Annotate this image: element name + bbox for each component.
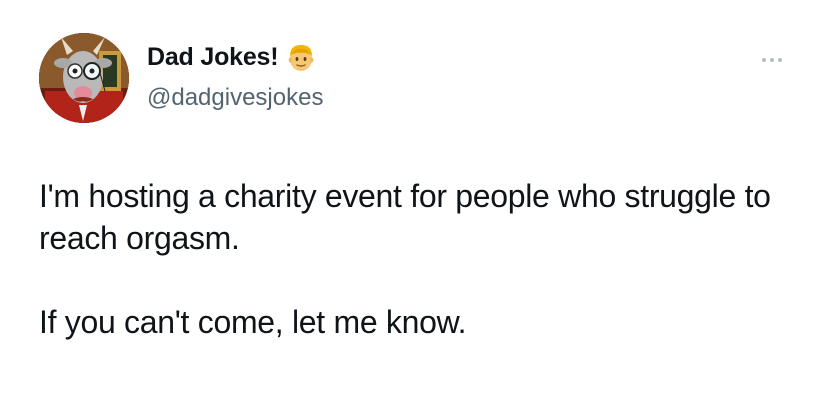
tweet-card: Dad Jokes! @dadgivesjokes I'm hosting a … bbox=[0, 0, 828, 400]
more-options-icon bbox=[762, 58, 766, 62]
more-options-button[interactable] bbox=[752, 50, 792, 70]
tweet-paragraph: If you can't come, let me know. bbox=[39, 304, 467, 340]
author-name-row: Dad Jokes! bbox=[147, 42, 316, 72]
blond-man-emoji-icon bbox=[286, 42, 316, 72]
tweet-paragraph: I'm hosting a charity event for people w… bbox=[39, 178, 771, 256]
goat-avatar-icon bbox=[39, 33, 129, 123]
author-handle[interactable]: @dadgivesjokes bbox=[147, 84, 323, 112]
tweet-text: I'm hosting a charity event for people w… bbox=[39, 175, 799, 343]
author-display-name[interactable]: Dad Jokes! bbox=[147, 43, 279, 72]
avatar[interactable] bbox=[39, 33, 129, 123]
more-options-icon-dot bbox=[778, 58, 782, 62]
more-options-icon-dot bbox=[770, 58, 774, 62]
